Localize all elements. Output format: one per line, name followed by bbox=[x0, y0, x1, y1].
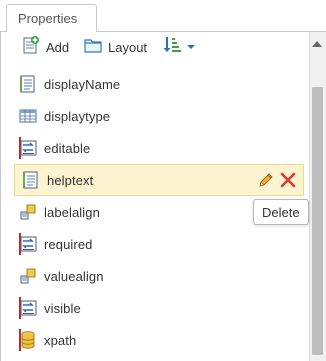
boolean-toggle-icon bbox=[18, 234, 38, 254]
layout-button[interactable]: Layout bbox=[84, 32, 147, 62]
add-button[interactable]: Add bbox=[22, 32, 69, 62]
property-name: visible bbox=[44, 300, 81, 316]
property-row[interactable]: helptext bbox=[14, 164, 304, 196]
toolbar: Add Layout bbox=[0, 32, 326, 62]
text-field-icon bbox=[21, 170, 41, 190]
add-label: Add bbox=[46, 39, 70, 55]
folder-icon bbox=[84, 37, 102, 58]
required-marker bbox=[19, 297, 21, 319]
required-marker bbox=[19, 329, 21, 351]
boolean-toggle-icon bbox=[18, 138, 38, 158]
property-row[interactable]: editable bbox=[12, 132, 306, 164]
tab-label: Properties bbox=[18, 11, 78, 26]
property-row[interactable]: xpath bbox=[12, 324, 306, 356]
property-row[interactable]: displaytype bbox=[12, 100, 306, 132]
row-actions bbox=[257, 171, 297, 194]
boolean-toggle-icon bbox=[18, 298, 38, 318]
text-field-icon bbox=[18, 74, 38, 94]
required-marker bbox=[19, 137, 21, 159]
align-icon bbox=[18, 266, 38, 286]
align-icon bbox=[18, 202, 38, 222]
property-name: helptext bbox=[47, 172, 94, 188]
table-grid-icon bbox=[18, 106, 38, 126]
property-row[interactable]: visible bbox=[12, 292, 306, 324]
scroll-up-arrow-icon[interactable] bbox=[312, 41, 322, 47]
property-name: editable bbox=[44, 140, 91, 156]
delete-tooltip: Delete bbox=[253, 199, 309, 225]
sort-dropdown-button[interactable] bbox=[162, 32, 196, 62]
property-name: displayName bbox=[44, 76, 121, 92]
scrollbar-thumb[interactable] bbox=[312, 87, 323, 355]
pencil-icon[interactable] bbox=[257, 171, 275, 194]
layout-label: Layout bbox=[108, 39, 148, 55]
add-icon bbox=[22, 35, 40, 59]
property-row[interactable]: valuealign bbox=[12, 260, 306, 292]
chevron-down-icon bbox=[186, 38, 196, 56]
property-row[interactable]: required bbox=[12, 228, 306, 260]
delete-icon[interactable] bbox=[279, 171, 297, 194]
property-name: xpath bbox=[44, 332, 77, 348]
property-row[interactable]: displayName bbox=[12, 68, 306, 100]
sort-icon bbox=[162, 35, 182, 60]
property-name: labelalign bbox=[44, 204, 100, 220]
required-marker bbox=[19, 233, 21, 255]
database-icon bbox=[18, 330, 38, 350]
property-name: displaytype bbox=[44, 108, 111, 124]
tab-properties[interactable]: Properties bbox=[6, 4, 97, 32]
property-name: valuealign bbox=[44, 268, 104, 284]
property-name: required bbox=[44, 236, 93, 252]
